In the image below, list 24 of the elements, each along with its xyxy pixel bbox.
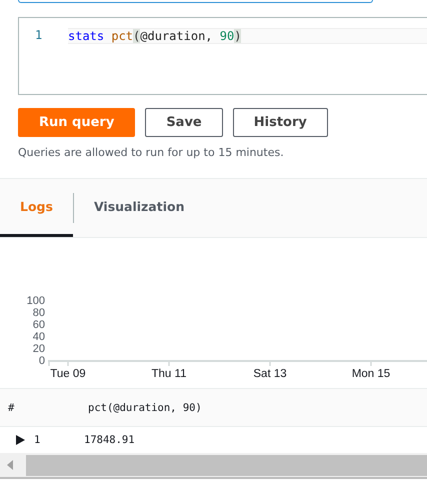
query-editor[interactable]: 1 stats pct(@duration, 90) bbox=[18, 17, 427, 95]
y-tick-label: 60 bbox=[32, 319, 45, 331]
x-tick-label: Thu 11 bbox=[152, 368, 186, 380]
y-tick-label: 0 bbox=[38, 355, 45, 367]
tab[interactable]: Visualization bbox=[74, 179, 204, 237]
table-cell-text: 1 bbox=[34, 434, 42, 446]
y-tick-label: 20 bbox=[32, 343, 45, 355]
caret-right-icon[interactable] bbox=[16, 435, 25, 445]
secondary-button[interactable]: Save bbox=[145, 108, 223, 137]
scroll-thumb[interactable] bbox=[26, 454, 427, 476]
line-number: 1 bbox=[34, 28, 44, 42]
column-header: # bbox=[7, 402, 16, 414]
scroll-left-icon[interactable] bbox=[7, 460, 13, 470]
x-tick-label: Mon 15 bbox=[352, 368, 390, 380]
x-tick-label: Sat 13 bbox=[253, 368, 287, 380]
secondary-button[interactable]: History bbox=[232, 108, 328, 137]
y-tick-label: 80 bbox=[32, 307, 45, 319]
horizontal-scrollbar[interactable] bbox=[0, 453, 427, 479]
note-text: Queries are allowed to run for up to 15 minutes. bbox=[18, 146, 285, 159]
y-tick-label: 40 bbox=[32, 331, 45, 343]
x-tick-label: Tue 09 bbox=[50, 368, 86, 380]
column-header: pct(@duration, 90) bbox=[87, 402, 202, 414]
y-tick-label: 100 bbox=[26, 295, 45, 307]
table-cell: 17848.91 bbox=[84, 434, 135, 446]
